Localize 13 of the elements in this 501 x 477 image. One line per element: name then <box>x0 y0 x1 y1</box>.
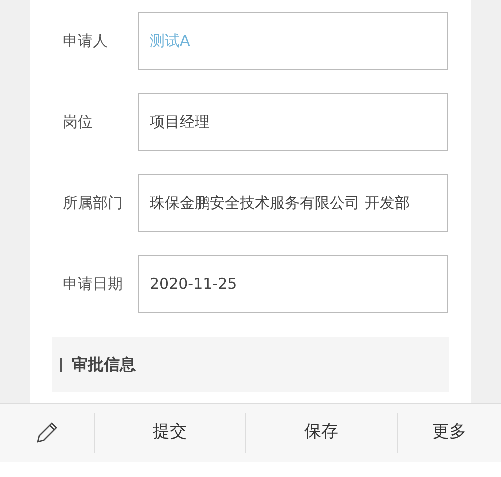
input-field[interactable]: 2020-11-25 <box>138 255 448 313</box>
input-field[interactable]: 项目经理 <box>138 93 448 151</box>
section-title: 审批信息 <box>72 354 136 376</box>
field-label: 所属部门 <box>62 192 124 214</box>
accent-bar-icon <box>60 358 62 372</box>
field-label: 申请日期 <box>62 274 124 295</box>
field-label: 岗位 <box>62 112 94 133</box>
action-button[interactable]: 更多 <box>397 413 501 453</box>
action-button[interactable]: 保存 <box>245 413 397 453</box>
input-field[interactable]: 珠保金鹏安全技术服务有限公司 开发部 <box>138 174 448 232</box>
pencil-icon <box>34 420 60 446</box>
action-button[interactable]: 提交 <box>94 413 245 453</box>
field-label: 申请人 <box>62 30 109 52</box>
